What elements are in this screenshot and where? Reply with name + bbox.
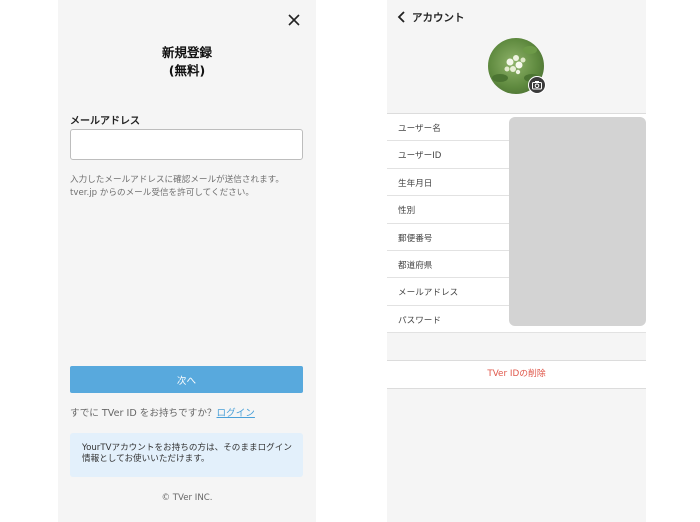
info-line1: YourTVアカウントをお持ちの方は、そのままログイン xyxy=(82,443,292,453)
masked-values-overlay xyxy=(509,117,646,326)
info-line2: 情報としてお使いいただけます。 xyxy=(82,454,210,464)
field-label: パスワード xyxy=(398,315,441,326)
signup-screen: 新規登録 (無料) メールアドレス 入力したメールアドレスに確認メールが送信され… xyxy=(58,0,316,522)
field-label: 生年月日 xyxy=(398,178,433,189)
page-title-line1: 新規登録 xyxy=(161,45,212,60)
helper-line1: 入力したメールアドレスに確認メールが送信されます。 xyxy=(70,175,284,185)
back-chevron-icon[interactable] xyxy=(397,11,407,23)
field-label: 郵便番号 xyxy=(398,233,433,244)
delete-account-button[interactable]: TVer IDの削除 xyxy=(387,360,646,389)
next-button[interactable]: 次へ xyxy=(70,366,303,393)
field-label: 都道府県 xyxy=(398,260,433,271)
email-field[interactable] xyxy=(70,129,303,160)
yourtv-info-box: YourTVアカウントをお持ちの方は、そのままログイン 情報としてお使いいただけ… xyxy=(70,433,303,477)
field-label: メールアドレス xyxy=(398,288,459,299)
field-label: ユーザーID xyxy=(398,151,442,162)
login-link[interactable]: ログイン xyxy=(217,408,255,419)
field-label: 性別 xyxy=(398,206,416,217)
login-prompt-text: すでに TVer ID をお持ちですか？ xyxy=(70,408,217,419)
back-label: アカウント xyxy=(412,12,465,24)
page-title-line2: (無料) xyxy=(168,63,206,78)
login-prompt: すでに TVer ID をお持ちですか？ログイン xyxy=(70,405,310,419)
copyright: © TVer INC. xyxy=(161,493,213,503)
camera-icon[interactable] xyxy=(528,76,546,94)
account-screen: アカウント ユーザー名 ユーザーID 生年月日 性別 郵便番号 都道府県 メール… xyxy=(387,0,646,522)
helper-line2: tver.jp からのメール受信を許可してください。 xyxy=(70,188,254,198)
page-title: 新規登録 (無料) xyxy=(58,44,316,80)
field-label: ユーザー名 xyxy=(398,124,441,134)
email-label: メールアドレス xyxy=(70,116,140,127)
email-helper-text: 入力したメールアドレスに確認メールが送信されます。 tver.jp からのメール… xyxy=(70,174,306,200)
close-icon[interactable] xyxy=(287,13,301,27)
